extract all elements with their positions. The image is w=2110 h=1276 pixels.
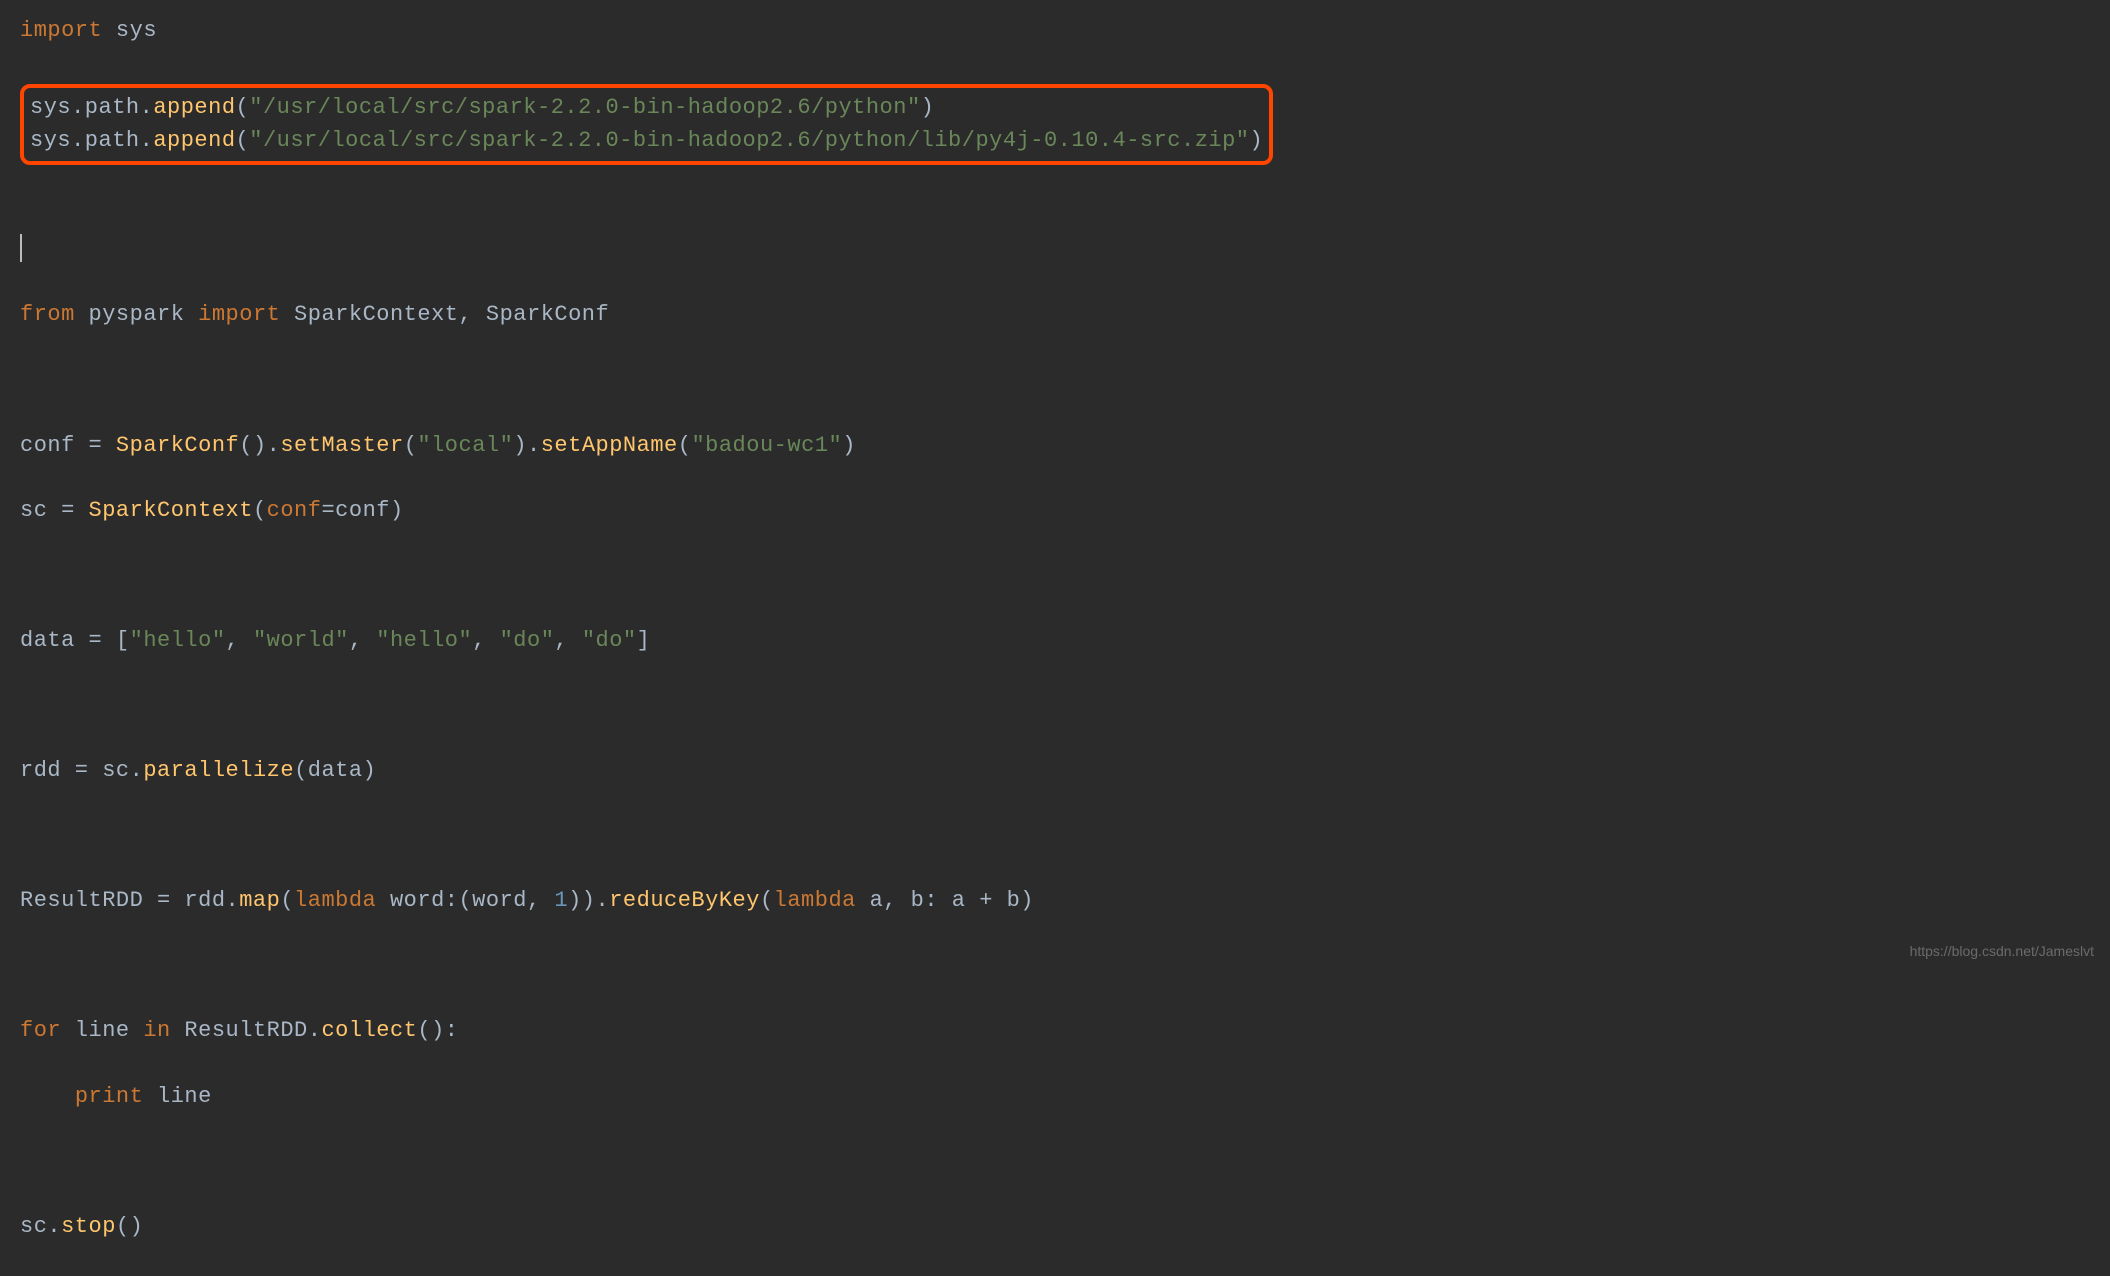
code-line bbox=[20, 690, 2090, 723]
string-literal: "/usr/local/src/spark-2.2.0-bin-hadoop2.… bbox=[249, 95, 920, 120]
code-line: sc.stop() bbox=[20, 1211, 2090, 1244]
string-literal: "badou-wc1" bbox=[691, 433, 842, 458]
code-editor[interactable]: import sys sys.path.append("/usr/local/s… bbox=[20, 15, 2090, 1276]
string-literal: "local" bbox=[417, 433, 513, 458]
keyword-import: import bbox=[198, 302, 280, 327]
code-line: print line bbox=[20, 1081, 2090, 1114]
code-line: ResultRDD = rdd.map(lambda word:(word, 1… bbox=[20, 885, 2090, 918]
keyword-for: for bbox=[20, 1018, 61, 1043]
code-line: sys.path.append("/usr/local/src/spark-2.… bbox=[30, 92, 1263, 125]
keyword-lambda: lambda bbox=[294, 888, 376, 913]
keyword-import: import bbox=[20, 18, 102, 43]
code-line: sys.path.append("/usr/local/src/spark-2.… bbox=[30, 125, 1263, 158]
code-line: import sys bbox=[20, 15, 2090, 48]
text-cursor bbox=[20, 234, 22, 262]
param-conf: conf bbox=[267, 498, 322, 523]
code-line bbox=[20, 1146, 2090, 1179]
code-line: sc = SparkContext(conf=conf) bbox=[20, 495, 2090, 528]
method-append: append bbox=[153, 95, 235, 120]
string-literal: "hello" bbox=[376, 628, 472, 653]
code-line: from pyspark import SparkContext, SparkC… bbox=[20, 299, 2090, 332]
code-line: for line in ResultRDD.collect(): bbox=[20, 1015, 2090, 1048]
code-line bbox=[20, 169, 2090, 202]
string-literal: "do" bbox=[582, 628, 637, 653]
code-line bbox=[20, 950, 2090, 983]
code-line bbox=[20, 364, 2090, 397]
code-line-cursor bbox=[20, 234, 2090, 267]
method-append: append bbox=[153, 128, 235, 153]
string-literal: "world" bbox=[253, 628, 349, 653]
watermark-text: https://blog.csdn.net/Jameslvt bbox=[1910, 941, 2094, 962]
keyword-lambda: lambda bbox=[774, 888, 856, 913]
code-line: rdd = sc.parallelize(data) bbox=[20, 755, 2090, 788]
string-literal: "/usr/local/src/spark-2.2.0-bin-hadoop2.… bbox=[249, 128, 1249, 153]
keyword-in: in bbox=[143, 1018, 170, 1043]
highlight-annotation: sys.path.append("/usr/local/src/spark-2.… bbox=[20, 84, 1273, 165]
code-line bbox=[20, 560, 2090, 593]
code-line bbox=[20, 820, 2090, 853]
string-literal: "hello" bbox=[130, 628, 226, 653]
keyword-print: print bbox=[75, 1084, 144, 1109]
code-line: data = ["hello", "world", "hello", "do",… bbox=[20, 625, 2090, 658]
keyword-from: from bbox=[20, 302, 75, 327]
string-literal: "do" bbox=[500, 628, 555, 653]
code-line: conf = SparkConf().setMaster("local").se… bbox=[20, 430, 2090, 463]
number-literal: 1 bbox=[554, 888, 568, 913]
